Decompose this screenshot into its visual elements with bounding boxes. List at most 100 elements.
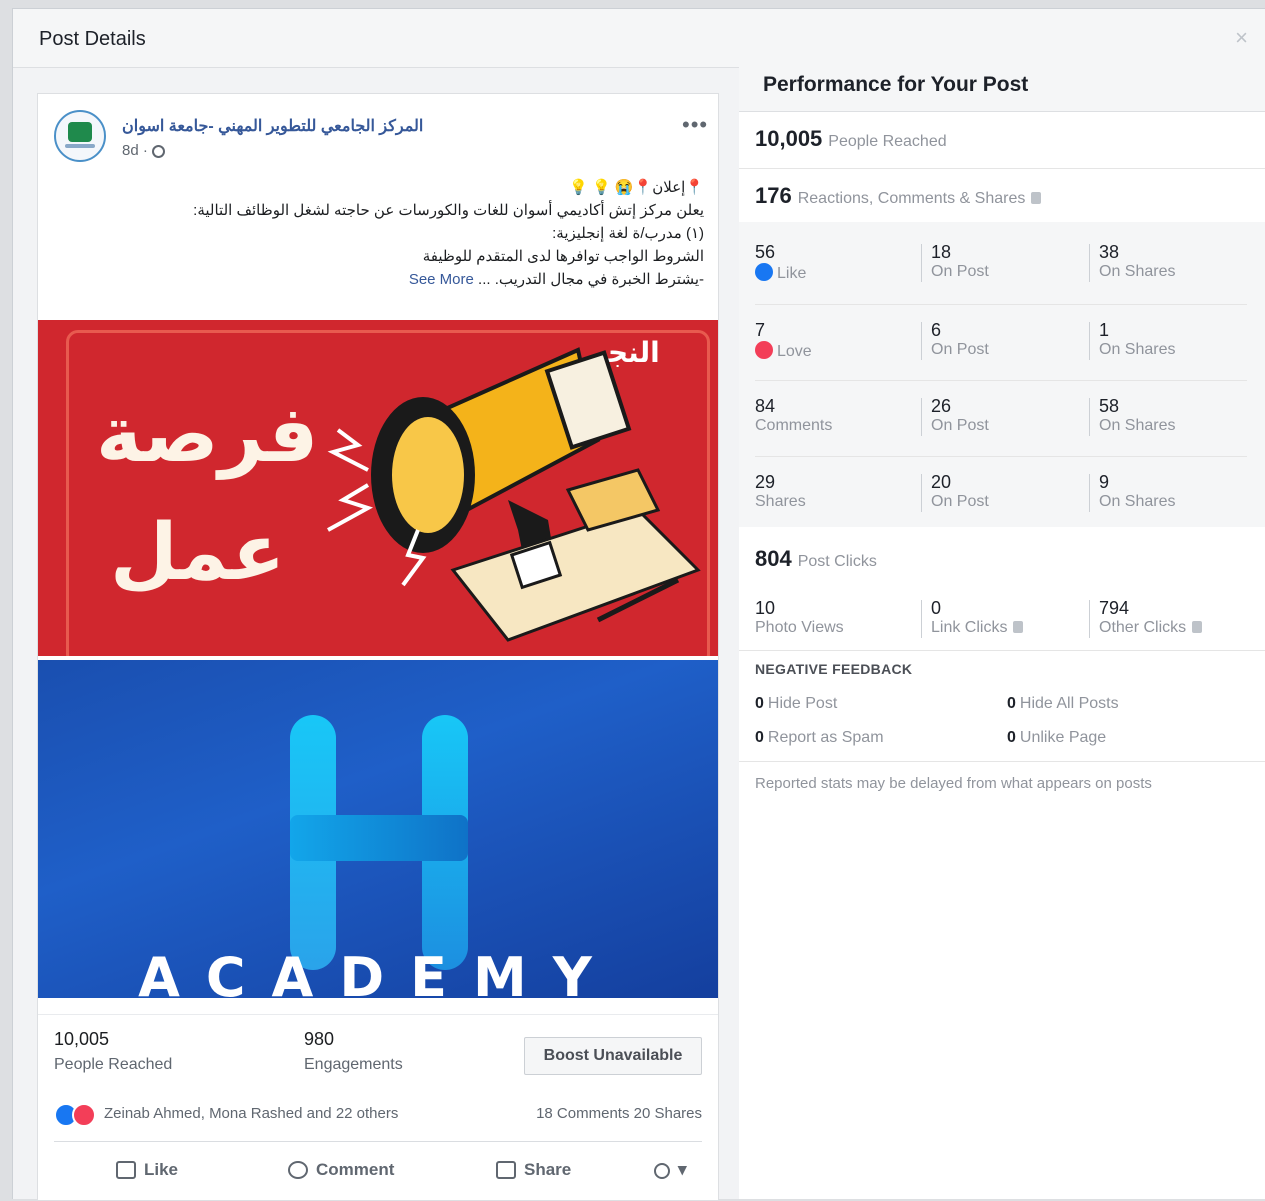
share-arrow-icon	[496, 1161, 516, 1179]
info-icon[interactable]	[1192, 621, 1203, 633]
people-reached-section: 10,005 People Reached	[739, 112, 1265, 169]
post-actions: Like Comment Share ▾	[54, 1148, 702, 1198]
post-reached-label: People Reached	[54, 1056, 173, 1073]
post-image-job-opportunity[interactable]: فرصة عمل النجم	[38, 320, 718, 656]
grid-number: 56	[755, 242, 776, 262]
grid-divider	[921, 244, 922, 282]
post-clicks-number: 804	[755, 546, 792, 571]
grid-number: 9	[1099, 472, 1110, 492]
grid-label-row: Love	[755, 341, 812, 361]
grid-label-row: Like	[755, 263, 806, 283]
panel-title: Performance for Your Post	[763, 73, 1029, 96]
reaction-names[interactable]: Zeinab Ahmed, Mona Rashed and 22 others	[104, 1105, 398, 1122]
grid-divider	[1089, 600, 1090, 638]
post-clicks-metric: 804 Post Clicks	[755, 546, 877, 572]
grid-number: 794	[1099, 598, 1130, 618]
thumbs-up-icon	[116, 1161, 136, 1179]
reactions-total-number: 176	[755, 183, 792, 208]
grid-label: Like	[777, 265, 807, 282]
grid-row-divider	[755, 380, 1247, 381]
neg-number: 0	[755, 695, 764, 712]
reactions-breakdown-grid: 56 Like 18 On Post 38 On Shares 7 Love 6	[739, 222, 1265, 527]
post-text-line: (١) مدرب/ة لغة إنجليزية:	[552, 225, 704, 242]
like-button[interactable]: Like	[116, 1160, 178, 1180]
grid-label: On Post	[931, 493, 989, 510]
megaphone-illustration	[327, 347, 701, 642]
grid-label: On Post	[931, 417, 989, 434]
grid-number: 38	[1099, 242, 1120, 262]
grid-number: 10	[755, 598, 776, 618]
see-more-link[interactable]: See More	[409, 271, 474, 288]
grid-label: On Post	[931, 263, 989, 280]
grid-divider	[921, 474, 922, 512]
grid-cell-on-post: 6 On Post	[931, 320, 989, 359]
comment-button[interactable]: Comment	[288, 1160, 394, 1180]
close-icon[interactable]: ×	[1235, 25, 1248, 51]
info-icon[interactable]	[1031, 192, 1042, 204]
neg-label: Hide All Posts	[1019, 695, 1119, 712]
post-text: 📍إعلان📍😭 💡 💡 يعلن مركز إتش أكاديمي أسوان…	[54, 176, 704, 291]
page-avatar[interactable]	[54, 110, 106, 162]
neg-number: 0	[1007, 695, 1016, 712]
post-text-line: -يشترط الخبرة في مجال التدريب. ...	[478, 271, 704, 288]
grid-label: Link Clicks	[931, 619, 1008, 636]
grid-label: On Post	[931, 341, 989, 358]
neg-label: Unlike Page	[1019, 729, 1107, 746]
comments-shares-count[interactable]: 18 Comments 20 Shares	[536, 1105, 702, 1122]
grid-cell-shares: 29 Shares	[755, 472, 806, 511]
post-reached-stat: 10,005 People Reached	[54, 1029, 172, 1074]
report-spam-stat: 0 Report as Spam	[755, 729, 884, 747]
grid-divider	[1089, 322, 1090, 360]
page-avatar-small-icon	[654, 1163, 670, 1179]
performance-panel: Performance for Your Post 10,005 People R…	[739, 67, 1265, 1199]
grid-divider	[921, 600, 922, 638]
page-name-link[interactable]: المركز الجامعي للتطوير المهني -جامعة اسو…	[122, 116, 423, 136]
academy-wordmark: ACADEMY	[138, 946, 618, 998]
info-icon[interactable]	[1013, 621, 1024, 633]
post-as-selector[interactable]: ▾	[654, 1160, 687, 1180]
grid-label: Photo Views	[755, 619, 844, 636]
grid-cell-like: 56 Like	[755, 242, 806, 283]
negative-feedback-title: NEGATIVE FEEDBACK	[755, 661, 913, 677]
grid-number: 58	[1099, 396, 1120, 416]
logo-icon	[68, 122, 92, 142]
grid-cell-love: 7 Love	[755, 320, 812, 361]
grid-divider	[1089, 474, 1090, 512]
boost-unavailable-button[interactable]: Boost Unavailable	[524, 1037, 702, 1075]
post-clicks-label: Post Clicks	[797, 553, 877, 570]
dialog-title: Post Details	[39, 28, 146, 50]
link-clicks-stat: 0 Link Clicks	[931, 598, 1024, 637]
people-reached-label: People Reached	[828, 133, 947, 150]
more-options-icon[interactable]: •••	[682, 112, 708, 138]
post-stats-row: 10,005 People Reached 980 Engagements Bo…	[38, 1014, 718, 1091]
grid-divider	[921, 322, 922, 360]
photo-views-stat: 10 Photo Views	[755, 598, 844, 637]
stats-delay-note: Reported stats may be delayed from what …	[755, 775, 1152, 792]
neg-number: 0	[1007, 729, 1016, 746]
post-reached-number: 10,005	[54, 1029, 110, 1049]
grid-label: On Shares	[1099, 493, 1176, 510]
neg-number: 0	[755, 729, 764, 746]
post-image-academy[interactable]: ACADEMY	[38, 660, 718, 998]
grid-cell-on-shares: 58 On Shares	[1099, 396, 1175, 435]
post-clicks-section: 804 Post Clicks 10 Photo Views 0 Link Cli…	[739, 528, 1265, 651]
grid-label: On Shares	[1099, 341, 1176, 358]
reactions-total-label: Reactions, Comments & Shares	[797, 190, 1026, 207]
grid-divider	[1089, 398, 1090, 436]
section-divider	[739, 761, 1265, 762]
globe-icon	[151, 145, 165, 158]
neg-label: Hide Post	[767, 695, 838, 712]
reactions-summary[interactable]: Zeinab Ahmed, Mona Rashed and 22 others …	[54, 1099, 702, 1142]
love-reaction-icon	[755, 341, 773, 359]
share-button[interactable]: Share	[496, 1160, 571, 1180]
grid-cell-comments: 84 Comments	[755, 396, 832, 435]
reactions-total-section: 176 Reactions, Comments & Shares	[739, 169, 1265, 224]
post-time-text: 8d ·	[122, 142, 148, 159]
post-timestamp[interactable]: 8d ·	[122, 142, 165, 159]
hide-all-posts-stat: 0 Hide All Posts	[1007, 695, 1119, 713]
people-reached-number: 10,005	[755, 126, 823, 151]
like-reaction-icon	[755, 263, 773, 281]
post-engagements-stat: 980 Engagements	[304, 1029, 403, 1074]
post-text-line: الشروط الواجب توافرها لدى المتقدم للوظيف…	[422, 248, 704, 265]
grid-cell-on-shares: 1 On Shares	[1099, 320, 1175, 359]
